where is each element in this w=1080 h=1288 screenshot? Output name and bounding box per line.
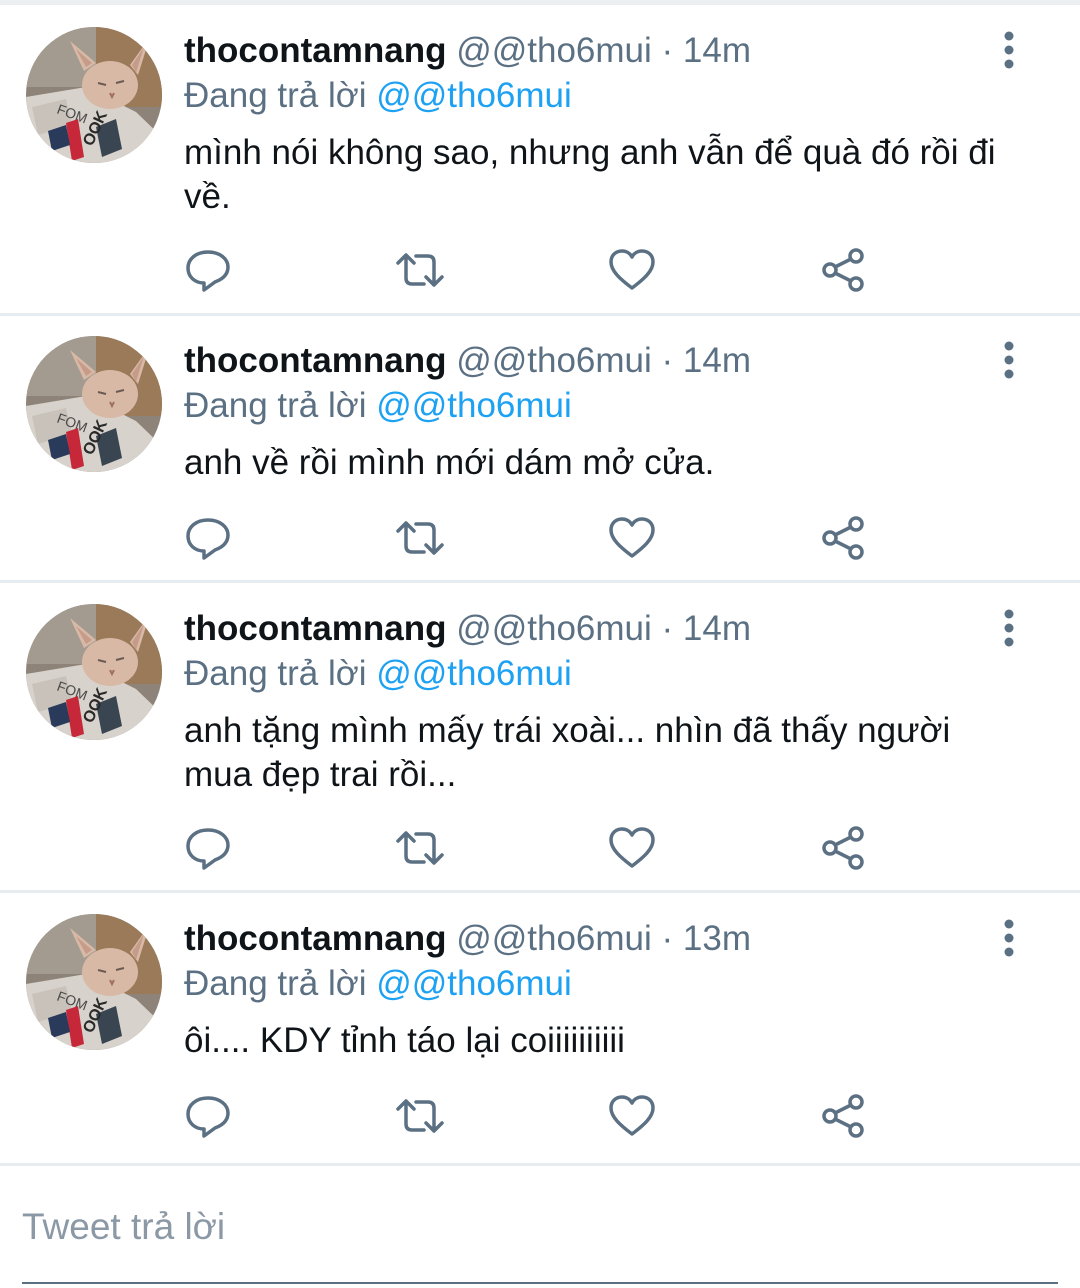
separator-dot: · (661, 919, 674, 958)
reply-glyph (186, 518, 230, 560)
reply-context: Đang trả lời @@tho6mui (184, 384, 572, 428)
more-vertical-icon[interactable] (992, 28, 1026, 72)
display-name[interactable]: thocontamnang (184, 609, 446, 648)
avatar[interactable]: FOM OOK (26, 914, 162, 1050)
share-icon[interactable] (818, 822, 870, 874)
tweet[interactable]: FOM OOK thocontamnang @@tho6mui · 14m Đa… (0, 0, 1080, 313)
reply-handle-link[interactable]: @@tho6mui (376, 964, 572, 1003)
tweet-header: thocontamnang @@tho6mui · 14m (184, 29, 751, 73)
reply-glyph (186, 828, 230, 870)
reply-glyph (186, 1096, 230, 1138)
reply-input[interactable] (22, 1202, 1058, 1252)
reply-icon[interactable] (182, 244, 234, 296)
tweet-text: anh về rồi mình mới dám mở cửa. (184, 443, 715, 482)
retweet-glyph (396, 1099, 444, 1133)
heart-glyph (609, 249, 655, 290)
separator-dot: · (661, 609, 674, 648)
avatar[interactable]: FOM OOK (26, 604, 162, 740)
reply-icon[interactable] (182, 512, 234, 564)
retweet-glyph (396, 831, 444, 865)
more-glyph (1004, 341, 1014, 379)
retweet-icon[interactable] (394, 512, 446, 564)
tweet-header: thocontamnang @@tho6mui · 14m (184, 607, 751, 651)
retweet-glyph (396, 253, 444, 287)
avatar[interactable]: FOM OOK (26, 27, 162, 163)
share-icon[interactable] (818, 512, 870, 564)
reply-glyph (186, 250, 230, 292)
user-handle[interactable]: @@tho6mui (456, 341, 652, 380)
heart-glyph (609, 827, 655, 868)
tweet-text: anh tặng mình mấy trái xoài... nhìn đã t… (184, 711, 951, 794)
input-underline (22, 1282, 1058, 1284)
display-name[interactable]: thocontamnang (184, 341, 446, 380)
reply-icon[interactable] (182, 822, 234, 874)
user-handle[interactable]: @@tho6mui (456, 31, 652, 70)
tweet-text: mình nói không sao, nhưng anh vẫn để quà… (184, 133, 996, 216)
reply-prefix: Đang trả lời (184, 76, 367, 115)
heart-icon[interactable] (606, 822, 658, 874)
more-glyph (1004, 919, 1014, 957)
share-glyph (822, 826, 864, 870)
cat-avatar-image: FOM OOK (26, 604, 162, 740)
heart-glyph (609, 517, 655, 558)
user-handle[interactable]: @@tho6mui (456, 919, 652, 958)
reply-context: Đang trả lời @@tho6mui (184, 962, 572, 1006)
reply-prefix: Đang trả lời (184, 654, 367, 693)
more-vertical-icon[interactable] (992, 338, 1026, 382)
tweet[interactable]: FOM OOK thocontamnang @@tho6mui · 13m Đa… (0, 893, 1080, 1161)
timestamp[interactable]: 13m (683, 919, 751, 958)
tweet-header: thocontamnang @@tho6mui · 13m (184, 917, 751, 961)
reply-prefix: Đang trả lời (184, 964, 367, 1003)
separator-dot: · (661, 31, 674, 70)
reply-handle-link[interactable]: @@tho6mui (376, 76, 572, 115)
share-icon[interactable] (818, 1090, 870, 1142)
reply-handle-link[interactable]: @@tho6mui (376, 386, 572, 425)
tweet[interactable]: FOM OOK thocontamnang @@tho6mui · 14m Đa… (0, 316, 1080, 581)
cat-avatar-image: FOM OOK (26, 914, 162, 1050)
more-vertical-icon[interactable] (992, 916, 1026, 960)
retweet-glyph (396, 521, 444, 555)
more-glyph (1004, 31, 1014, 69)
reply-prefix: Đang trả lời (184, 386, 367, 425)
tweet[interactable]: FOM OOK thocontamnang @@tho6mui · 14m Đa… (0, 583, 1080, 891)
reply-icon[interactable] (182, 1090, 234, 1142)
timestamp[interactable]: 14m (683, 341, 751, 380)
timestamp[interactable]: 14m (683, 31, 751, 70)
reply-composer (0, 1163, 1080, 1288)
heart-glyph (609, 1095, 655, 1136)
timestamp[interactable]: 14m (683, 609, 751, 648)
cat-avatar-image: FOM OOK (26, 336, 162, 472)
more-glyph (1004, 609, 1014, 647)
share-glyph (822, 248, 864, 292)
retweet-icon[interactable] (394, 244, 446, 296)
separator-dot: · (661, 341, 674, 380)
retweet-icon[interactable] (394, 1090, 446, 1142)
user-handle[interactable]: @@tho6mui (456, 609, 652, 648)
reply-handle-link[interactable]: @@tho6mui (376, 654, 572, 693)
heart-icon[interactable] (606, 1090, 658, 1142)
share-glyph (822, 1094, 864, 1138)
more-vertical-icon[interactable] (992, 606, 1026, 650)
reply-context: Đang trả lời @@tho6mui (184, 652, 572, 696)
tweet-text: ôi.... KDY tỉnh táo lại coiiiiiiiiii (184, 1021, 625, 1060)
cat-avatar-image: FOM OOK (26, 27, 162, 163)
retweet-icon[interactable] (394, 822, 446, 874)
tweet-header: thocontamnang @@tho6mui · 14m (184, 339, 751, 383)
reply-context: Đang trả lời @@tho6mui (184, 74, 572, 118)
heart-icon[interactable] (606, 244, 658, 296)
display-name[interactable]: thocontamnang (184, 31, 446, 70)
share-glyph (822, 516, 864, 560)
share-icon[interactable] (818, 244, 870, 296)
display-name[interactable]: thocontamnang (184, 919, 446, 958)
avatar[interactable]: FOM OOK (26, 336, 162, 472)
heart-icon[interactable] (606, 512, 658, 564)
